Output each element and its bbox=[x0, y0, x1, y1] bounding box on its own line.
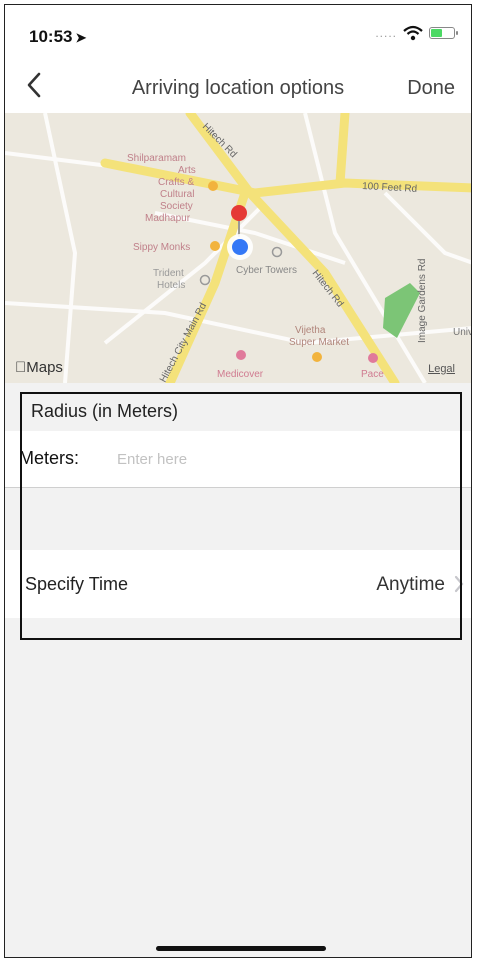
map-label-100-feet-rd: 100 Feet Rd bbox=[362, 181, 418, 195]
phone-screen: 10:53 ➤ ..... Arriving location options D… bbox=[4, 4, 472, 958]
map-label-sippy: Sippy Monks bbox=[133, 242, 190, 253]
map-label-vijetha-1: Vijetha bbox=[295, 325, 326, 336]
map-label-medicover: Medicover bbox=[217, 369, 264, 380]
map-label-shilparamam-6: Madhapur bbox=[145, 213, 191, 224]
map-label-shilparamam-2: Arts bbox=[178, 165, 196, 176]
map-label-cyber-towers: Cyber Towers bbox=[236, 265, 297, 276]
home-indicator[interactable] bbox=[156, 946, 326, 951]
maps-logo: Maps bbox=[15, 359, 63, 376]
map-canvas: Shilparamam Arts Crafts & Cultural Socie… bbox=[5, 113, 471, 383]
map-label-shilparamam-5: Society bbox=[160, 201, 193, 212]
page-title: Arriving location options bbox=[131, 77, 345, 99]
specify-time-row[interactable]: Specify Time Anytime bbox=[5, 550, 471, 618]
status-time-text: 10:53 bbox=[29, 27, 73, 46]
map-view[interactable]: Shilparamam Arts Crafts & Cultural Socie… bbox=[5, 113, 471, 383]
status-icons: ..... bbox=[375, 25, 458, 41]
map-label-trident-1: Trident bbox=[153, 268, 184, 279]
battery-icon bbox=[429, 27, 458, 39]
park-area bbox=[383, 283, 420, 338]
meters-label: Meters: bbox=[19, 448, 80, 468]
radius-section-header: Radius (in Meters) bbox=[5, 383, 471, 431]
signal-dots-icon: ..... bbox=[375, 26, 397, 40]
location-arrow-icon: ➤ bbox=[75, 30, 87, 45]
legal-link[interactable]: Legal bbox=[428, 363, 455, 375]
meters-input[interactable] bbox=[115, 443, 439, 475]
map-label-shilparamam-4: Cultural bbox=[160, 189, 194, 200]
map-label-shilparamam-1: Shilparamam bbox=[127, 153, 186, 164]
maps-logo-text: Maps bbox=[15, 359, 63, 376]
map-label-pace: Pace bbox=[361, 369, 384, 380]
specify-time-label: Specify Time bbox=[25, 574, 129, 594]
status-time: 10:53 ➤ bbox=[29, 27, 86, 47]
map-label-image-gardens-rd: Image Gardens Rd bbox=[417, 259, 428, 344]
specify-time-value: Anytime bbox=[376, 574, 445, 595]
map-label-trident-2: Hotels bbox=[157, 280, 185, 291]
meters-row: Meters: bbox=[5, 431, 471, 488]
done-button[interactable]: Done bbox=[407, 77, 455, 100]
wifi-icon bbox=[403, 25, 423, 41]
radius-header-label: Radius (in Meters) bbox=[31, 401, 179, 421]
map-label-shilparamam-3: Crafts & bbox=[158, 177, 194, 188]
map-label-vijetha-2: Super Market bbox=[289, 337, 349, 348]
chevron-right-icon bbox=[454, 575, 464, 593]
map-label-univ: Univ bbox=[453, 327, 471, 338]
back-chevron-icon[interactable] bbox=[23, 71, 47, 99]
top-bar: 10:53 ➤ ..... Arriving location options D… bbox=[5, 5, 471, 113]
current-location-icon bbox=[227, 234, 253, 260]
